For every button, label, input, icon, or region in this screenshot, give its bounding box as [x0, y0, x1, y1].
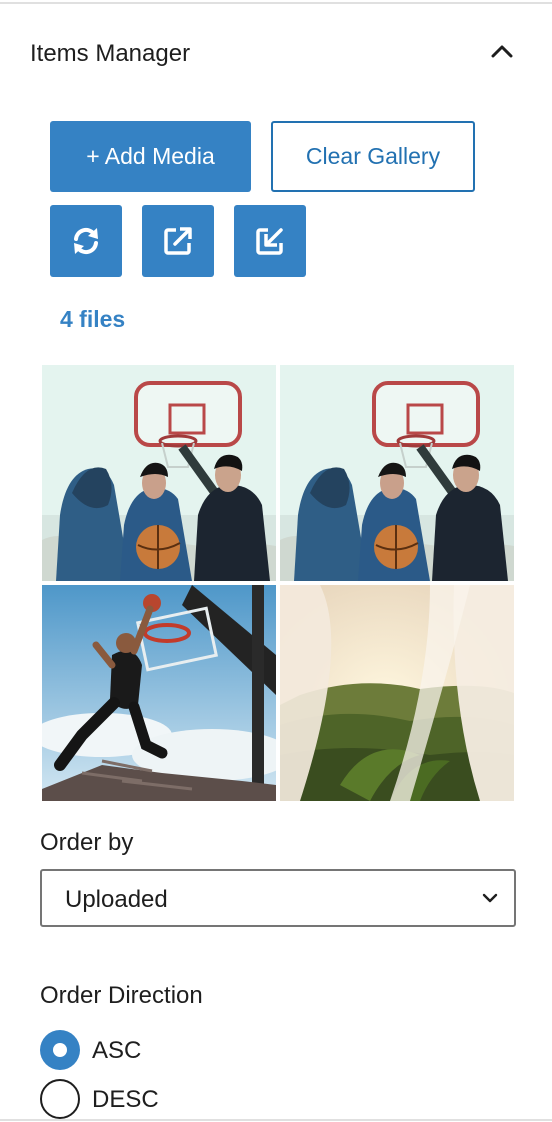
order-direction-label: Order Direction — [40, 982, 203, 1009]
basketball-group-photo — [280, 365, 514, 581]
order-by-label: Order by — [40, 829, 134, 856]
refresh-icon — [74, 227, 98, 255]
curtain-landscape-photo — [280, 585, 514, 801]
chevron-up-icon — [491, 45, 513, 58]
panel-title: Items Manager — [30, 40, 191, 67]
gallery-thumbnail[interactable] — [42, 365, 276, 581]
gallery-thumbnail[interactable] — [42, 585, 276, 801]
external-link-icon — [164, 227, 192, 255]
file-count: 4 files — [60, 306, 126, 332]
gallery-thumbnail[interactable] — [280, 585, 514, 801]
chevron-down-icon — [482, 893, 498, 903]
import-button[interactable] — [234, 205, 306, 277]
order-direction-asc-radio[interactable] — [40, 1030, 80, 1070]
order-direction-desc-label: DESC — [92, 1086, 159, 1113]
add-media-button[interactable]: + Add Media — [50, 121, 251, 192]
items-manager-panel-header[interactable]: Items Manager — [0, 22, 552, 86]
basketball-group-photo — [42, 365, 276, 581]
collapse-toggle-button[interactable] — [484, 34, 520, 70]
export-button[interactable] — [142, 205, 214, 277]
refresh-button[interactable] — [50, 205, 122, 277]
order-by-selected-value: Uploaded — [65, 886, 168, 913]
clear-gallery-button[interactable]: Clear Gallery — [271, 121, 475, 192]
gallery-thumbnail[interactable] — [280, 365, 514, 581]
order-by-select[interactable]: Uploaded — [40, 869, 516, 927]
order-direction-desc-radio[interactable] — [40, 1079, 80, 1119]
top-divider — [0, 2, 552, 4]
import-icon — [256, 228, 283, 255]
bottom-divider — [0, 1119, 552, 1121]
order-direction-asc-label: ASC — [92, 1037, 142, 1064]
basketball-dunk-photo — [42, 585, 276, 801]
